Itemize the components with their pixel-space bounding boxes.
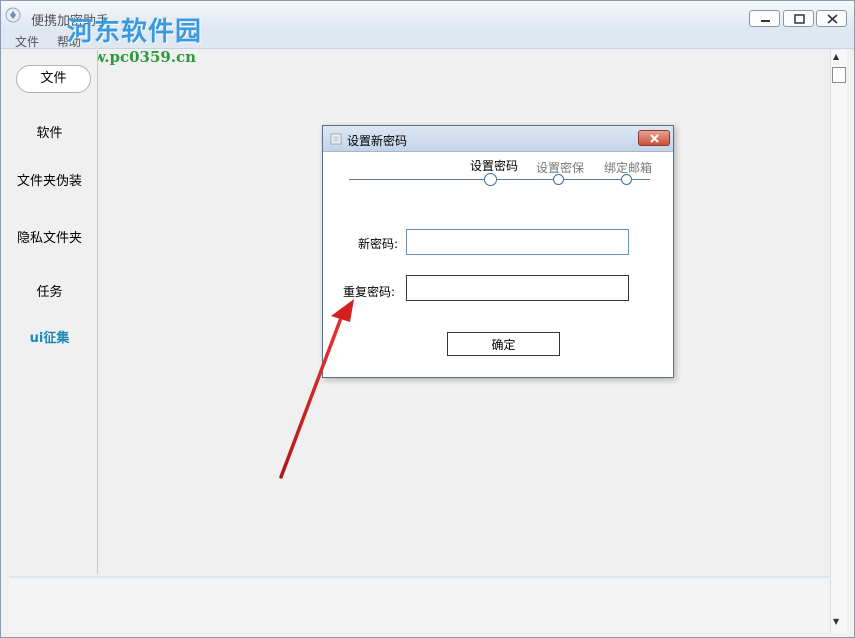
step-set-password: 设置密码 — [470, 159, 519, 173]
repeat-password-label: 重复密码: — [343, 285, 396, 299]
step-dot-3 — [621, 174, 632, 185]
set-password-dialog: 设置新密码 设置密码 设置密保 绑定邮箱 新密码: 重复密码: 确定 — [322, 125, 674, 378]
maximize-icon — [794, 14, 805, 24]
new-password-label: 新密码: — [358, 237, 399, 251]
sidebar-item-private-folder[interactable]: 隐私文件夹 — [1, 227, 98, 246]
dialog-close-button[interactable] — [638, 130, 670, 146]
step-progress-line — [349, 179, 650, 180]
menu-file[interactable]: 文件 — [15, 33, 39, 50]
sidebar-item-tasks[interactable]: 任务 — [1, 281, 98, 300]
app-logo-icon — [5, 7, 21, 23]
dialog-app-icon — [330, 133, 342, 145]
close-button[interactable] — [816, 10, 847, 27]
minimize-icon — [761, 20, 770, 22]
minimize-button[interactable] — [749, 10, 780, 27]
sidebar-item-folder-disguise[interactable]: 文件夹伪装 — [1, 170, 98, 189]
sidebar-item-file[interactable]: 文件 — [16, 65, 91, 93]
repeat-password-input[interactable] — [406, 275, 629, 301]
scroll-up-icon[interactable]: ▲ — [833, 52, 839, 61]
sidebar-item-software[interactable]: 软件 — [1, 122, 98, 141]
status-area — [9, 576, 829, 632]
step-dot-current — [484, 173, 497, 186]
scroll-down-icon[interactable]: ▼ — [833, 617, 839, 626]
dialog-close-icon — [650, 134, 659, 143]
watermark-title: 河东软件园 — [67, 17, 203, 47]
dialog-title-bar: 设置新密码 — [323, 126, 673, 152]
step-dot-2 — [553, 174, 564, 185]
sidebar: 文件 软件 文件夹伪装 隐私文件夹 任务 ui征集 — [1, 50, 98, 574]
confirm-button[interactable]: 确定 — [447, 332, 560, 356]
vertical-scrollbar[interactable]: ▲ ▼ — [830, 50, 847, 634]
dialog-title: 设置新密码 — [347, 134, 408, 148]
close-icon — [827, 14, 838, 24]
new-password-input[interactable] — [406, 229, 629, 255]
scrollbar-thumb[interactable] — [832, 67, 846, 83]
maximize-button[interactable] — [783, 10, 814, 27]
sidebar-item-ui-collect[interactable]: ui征集 — [1, 327, 98, 346]
